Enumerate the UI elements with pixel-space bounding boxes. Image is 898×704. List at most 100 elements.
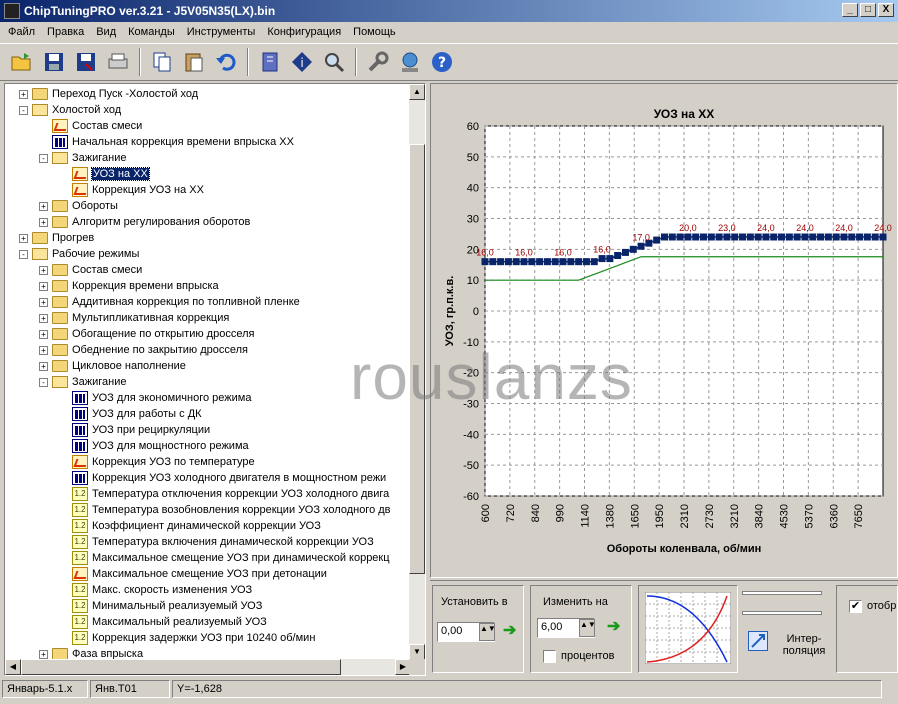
- expand-toggle-icon[interactable]: +: [39, 649, 48, 659]
- tree-item[interactable]: + Обеднение по закрытию дросселя: [39, 342, 248, 358]
- tree-item[interactable]: + Алгоритм регулирования оборотов: [39, 214, 250, 230]
- scroll-thumb[interactable]: [409, 144, 425, 574]
- help-button[interactable]: ?: [428, 48, 456, 76]
- expand-toggle-icon[interactable]: -: [19, 105, 28, 115]
- open-button[interactable]: [8, 48, 36, 76]
- info-button[interactable]: i: [288, 48, 316, 76]
- tree-item[interactable]: - Зажигание: [39, 150, 127, 166]
- tree-item[interactable]: 1.2 Температура возобновления коррекции У…: [59, 502, 391, 518]
- tree-item[interactable]: 1.2 Максимальный реализуемый УОЗ: [59, 614, 267, 630]
- tree-item[interactable]: Коррекция УОЗ холодного двигателя в мощн…: [59, 470, 386, 486]
- expand-toggle-icon[interactable]: +: [39, 345, 48, 355]
- tree-item-label: Мультипликативная коррекция: [72, 312, 230, 324]
- interp-slider-2[interactable]: [742, 611, 822, 615]
- tree-item[interactable]: - Холостой ход: [19, 102, 121, 118]
- change-apply-arrow-icon[interactable]: ➔: [607, 619, 623, 636]
- tree-item[interactable]: 1.2 Максимальное смещение УОЗ при динамич…: [59, 550, 390, 566]
- expand-toggle-icon[interactable]: +: [39, 361, 48, 371]
- tree-item[interactable]: + Обороты: [39, 198, 118, 214]
- tree-item[interactable]: + Обогащение по открытию дросселя: [39, 326, 254, 342]
- interpolation-curve-icon[interactable]: [645, 592, 731, 664]
- menu-config[interactable]: Конфигурация: [261, 26, 347, 38]
- book-button[interactable]: [256, 48, 284, 76]
- expand-toggle-icon[interactable]: +: [39, 281, 48, 291]
- tree-item[interactable]: УОЗ для экономичного режима: [59, 390, 251, 406]
- printer-icon: [108, 53, 128, 69]
- uoz-chart[interactable]: УОЗ на ХХ6050403020100-10-20-30-40-50-60…: [431, 84, 897, 577]
- tree-item[interactable]: 1.2 Макс. скорость изменения УОЗ: [59, 582, 252, 598]
- expand-toggle-icon[interactable]: +: [39, 297, 48, 307]
- tree-item[interactable]: + Переход Пуск -Холостой ход: [19, 86, 198, 102]
- maximize-button[interactable]: □: [860, 3, 876, 17]
- tree-horizontal-scrollbar[interactable]: ◀ ▶: [5, 659, 411, 675]
- display-checkbox[interactable]: ✔: [849, 600, 862, 613]
- print-button[interactable]: [104, 48, 132, 76]
- interp-slider-1[interactable]: [742, 591, 822, 595]
- menu-file[interactable]: Файл: [2, 26, 41, 38]
- tree-item[interactable]: УОЗ при рециркуляции: [59, 422, 210, 438]
- menu-view[interactable]: Вид: [90, 26, 122, 38]
- percent-checkbox[interactable]: [543, 650, 556, 663]
- tree-item[interactable]: + Фаза впрыска: [39, 646, 143, 660]
- interpolation-button-icon[interactable]: [748, 631, 768, 651]
- expand-toggle-icon[interactable]: -: [19, 249, 28, 259]
- map-tree[interactable]: + Переход Пуск -Холостой ход - Холостой ход…: [4, 83, 426, 676]
- expand-toggle-icon[interactable]: +: [39, 265, 48, 275]
- tree-item[interactable]: Состав смеси: [39, 118, 142, 134]
- copy-button[interactable]: [148, 48, 176, 76]
- tree-item[interactable]: Максимальное смещение УОЗ при детонации: [59, 566, 327, 582]
- menu-help[interactable]: Помощь: [347, 26, 402, 38]
- tree-item[interactable]: + Прогрев: [19, 230, 94, 246]
- expand-toggle-icon[interactable]: -: [39, 153, 48, 163]
- toolbar-separator: [247, 48, 249, 76]
- set-spin-icon[interactable]: ▲▼: [479, 623, 496, 641]
- tree-item[interactable]: 1.2 Температура отключения коррекции УОЗ …: [59, 486, 389, 502]
- menu-edit[interactable]: Правка: [41, 26, 90, 38]
- paste-button[interactable]: [180, 48, 208, 76]
- close-button[interactable]: X: [878, 3, 894, 17]
- find-button[interactable]: [320, 48, 348, 76]
- tree-item[interactable]: 1.2 Коррекция задержки УОЗ при 10240 об/м…: [59, 630, 315, 646]
- network-button[interactable]: [396, 48, 424, 76]
- tools-button[interactable]: [364, 48, 392, 76]
- tree-item[interactable]: 1.2 Температура включения динамической ко…: [59, 534, 374, 550]
- hscroll-thumb[interactable]: [21, 659, 341, 675]
- tree-item[interactable]: - Зажигание: [39, 374, 127, 390]
- scroll-up-arrow-icon[interactable]: ▲: [409, 84, 425, 100]
- scroll-left-arrow-icon[interactable]: ◀: [5, 659, 21, 675]
- expand-toggle-icon[interactable]: +: [39, 329, 48, 339]
- tree-vertical-scrollbar[interactable]: ▲ ▼: [409, 84, 425, 660]
- tree-item[interactable]: + Коррекция времени впрыска: [39, 278, 219, 294]
- tree-item[interactable]: 1.2 Коэффициент динамической коррекции УО…: [59, 518, 321, 534]
- scroll-down-arrow-icon[interactable]: ▼: [409, 644, 425, 660]
- tree-item[interactable]: Коррекция УОЗ по температуре: [59, 454, 255, 470]
- tree-item[interactable]: Коррекция УОЗ на ХХ: [59, 182, 204, 198]
- set-apply-arrow-icon[interactable]: ➔: [503, 623, 519, 640]
- tree-item[interactable]: + Мультипликативная коррекция: [39, 310, 229, 326]
- expand-toggle-icon[interactable]: +: [39, 313, 48, 323]
- expand-toggle-icon[interactable]: +: [39, 217, 48, 227]
- expand-toggle-icon[interactable]: +: [19, 233, 28, 243]
- save-as-button[interactable]: [72, 48, 100, 76]
- expand-toggle-icon[interactable]: +: [19, 89, 28, 99]
- change-spin-icon[interactable]: ▲▼: [579, 619, 596, 637]
- tree-item[interactable]: УОЗ на ХХ: [59, 166, 150, 182]
- tree-item[interactable]: УОЗ для мощностного режима: [59, 438, 249, 454]
- data-point: [606, 255, 614, 263]
- undo-button[interactable]: [212, 48, 240, 76]
- expand-toggle-icon[interactable]: -: [39, 377, 48, 387]
- tree-item[interactable]: 1.2 Минимальный реализуемый УОЗ: [59, 598, 262, 614]
- menu-commands[interactable]: Команды: [122, 26, 181, 38]
- num-icon: 1.2: [72, 519, 88, 533]
- tree-item[interactable]: Начальная коррекция времени впрыска ХХ: [39, 134, 294, 150]
- chart-panel[interactable]: УОЗ на ХХ 60 50 40 30 20 10 0 -10 -20 -30 -40 -50 -60…: [430, 83, 898, 578]
- save-button[interactable]: [40, 48, 68, 76]
- tree-item[interactable]: - Рабочие режимы: [19, 246, 139, 262]
- tree-item[interactable]: УОЗ для работы с ДК: [59, 406, 202, 422]
- minimize-button[interactable]: _: [842, 3, 858, 17]
- tree-item[interactable]: + Цикловое наполнение: [39, 358, 186, 374]
- tree-item[interactable]: + Аддитивная коррекция по топливной пленк…: [39, 294, 300, 310]
- tree-item[interactable]: + Состав смеси: [39, 262, 142, 278]
- expand-toggle-icon[interactable]: +: [39, 201, 48, 211]
- menu-tools[interactable]: Инструменты: [181, 26, 262, 38]
